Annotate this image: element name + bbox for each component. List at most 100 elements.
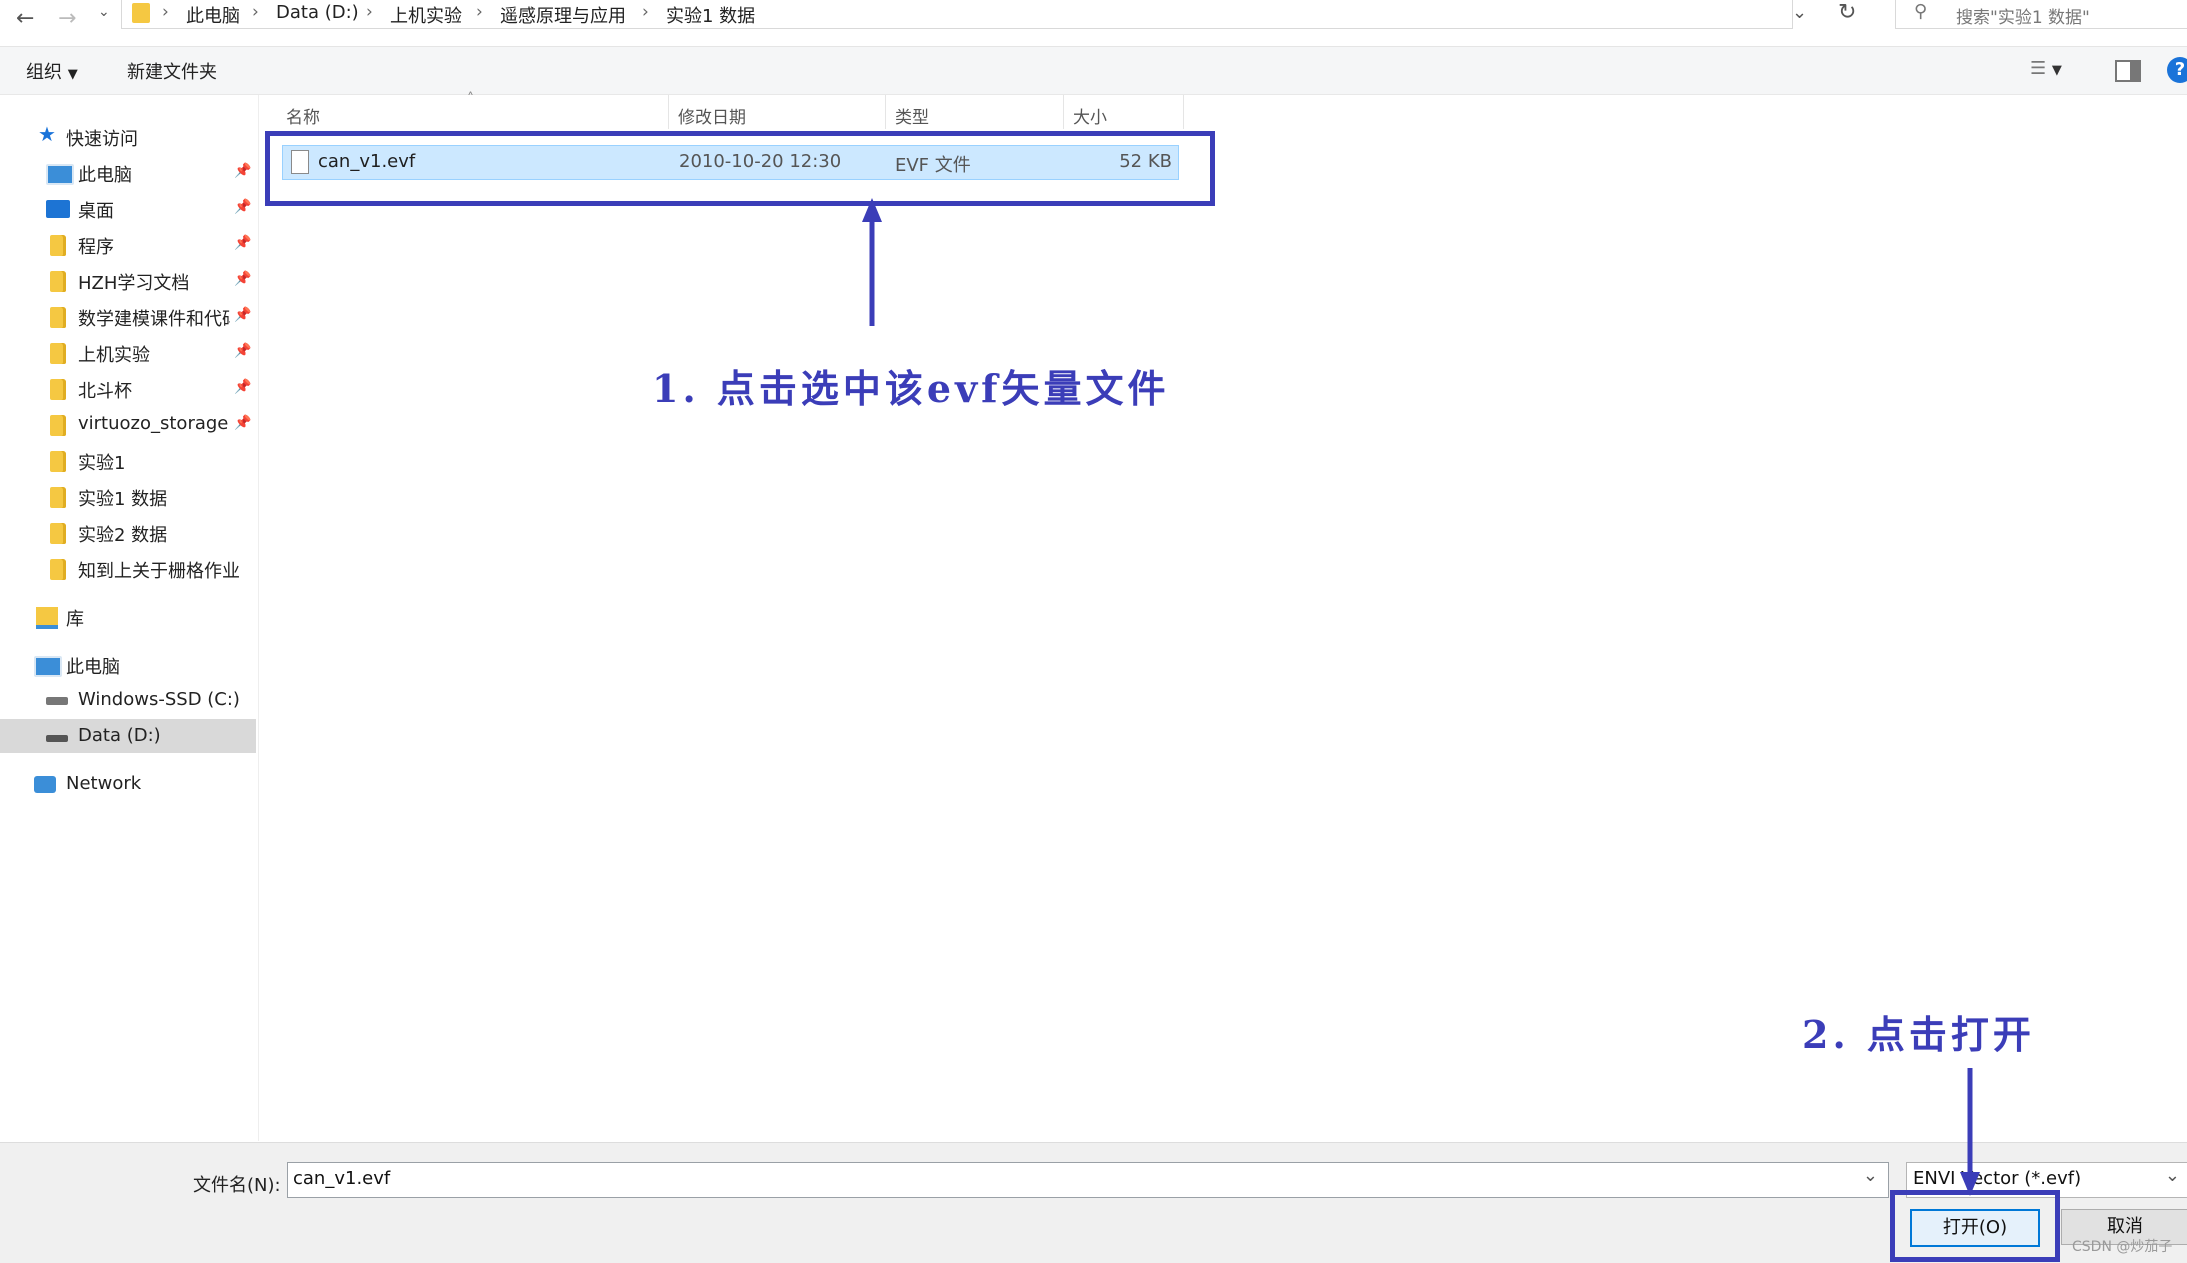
watermark: CSDN @炒茄子 xyxy=(2072,1239,2173,1255)
organize-label: 组织 xyxy=(26,62,62,83)
annotation-step2: 2. 点击打开 xyxy=(1802,1012,2035,1057)
desktop-icon xyxy=(46,200,70,218)
annotation-highlight-file xyxy=(265,131,1215,206)
breadcrumb-data-d[interactable]: Data (D:) xyxy=(276,2,359,23)
pin-icon[interactable]: 📌 xyxy=(234,415,251,431)
library-icon xyxy=(36,607,58,629)
breadcrumb-lab[interactable]: 上机实验 xyxy=(390,2,462,28)
address-row: ← → ⌄ › 此电脑 › Data (D:) › 上机实验 › 遥感原理与应用… xyxy=(0,0,2187,47)
nav-item-hzh-docs[interactable]: HZH学习文档 📌 xyxy=(0,263,256,297)
nav-item-exp1-data[interactable]: 实验1 数据 xyxy=(0,479,256,513)
nav-label: 实验1 xyxy=(78,453,126,474)
nav-label: 桌面 xyxy=(78,201,114,222)
organize-button[interactable]: 组织 ▼ xyxy=(26,58,78,84)
nav-label: 快速访问 xyxy=(66,129,138,150)
search-placeholder: 搜索"实验1 数据" xyxy=(1956,8,2090,28)
folder-icon xyxy=(50,307,66,328)
nav-quick-access[interactable]: ★ 快速访问 xyxy=(0,119,256,153)
breadcrumb-remote-sensing[interactable]: 遥感原理与应用 xyxy=(500,2,626,28)
folder-icon xyxy=(50,271,66,292)
new-folder-button[interactable]: 新建文件夹 xyxy=(127,58,217,84)
nav-label: 北斗杯 xyxy=(78,381,132,402)
pin-icon[interactable]: 📌 xyxy=(234,343,251,359)
nav-library[interactable]: 库 xyxy=(0,599,256,633)
pin-icon[interactable]: 📌 xyxy=(234,307,251,323)
nav-drive-d[interactable]: Data (D:) xyxy=(0,719,256,753)
forward-arrow-icon[interactable]: → xyxy=(58,6,76,31)
nav-item-lab[interactable]: 上机实验 📌 xyxy=(0,335,256,369)
nav-label: 实验2 数据 xyxy=(78,525,168,546)
nav-item-this-pc-pinned[interactable]: 此电脑 📌 xyxy=(0,155,256,189)
nav-item-desktop[interactable]: 桌面 📌 xyxy=(0,191,256,225)
nav-label: 上机实验 xyxy=(78,345,150,366)
drive-icon xyxy=(46,735,68,742)
column-name[interactable]: 名称 xyxy=(286,103,320,128)
computer-icon xyxy=(34,656,62,677)
back-arrow-icon[interactable]: ← xyxy=(16,6,34,31)
pin-icon[interactable]: 📌 xyxy=(234,271,251,287)
nav-item-raster-homework[interactable]: 知到上关于栅格作业 xyxy=(0,551,256,585)
filename-value: can_v1.evf xyxy=(293,1168,391,1189)
nav-label: 实验1 数据 xyxy=(78,489,168,510)
breadcrumb-this-pc[interactable]: 此电脑 xyxy=(186,2,240,28)
nav-label: HZH学习文档 xyxy=(78,273,190,294)
nav-this-pc[interactable]: 此电脑 xyxy=(0,647,256,681)
nav-label: 数学建模课件和代码 xyxy=(78,309,230,330)
nav-item-beidou[interactable]: 北斗杯 📌 xyxy=(0,371,256,405)
nav-label: Windows-SSD (C:) xyxy=(78,689,240,710)
nav-item-math-modeling[interactable]: 数学建模课件和代码 📌 xyxy=(0,299,256,333)
command-bar: 组织 ▼ 新建文件夹 ☰ ▼ ? xyxy=(0,47,2187,95)
nav-item-virtuozo[interactable]: virtuozo_storage 📌 xyxy=(0,407,256,441)
filename-input[interactable]: can_v1.evf ⌄ xyxy=(287,1162,1889,1198)
folder-icon xyxy=(132,3,150,23)
column-size[interactable]: 大小 xyxy=(1073,103,1107,128)
pin-icon[interactable]: 📌 xyxy=(234,199,251,215)
nav-label: 此电脑 xyxy=(78,165,132,186)
column-modified[interactable]: 修改日期 xyxy=(678,103,746,128)
nav-network[interactable]: Network xyxy=(0,767,256,801)
nav-item-exp2-data[interactable]: 实验2 数据 xyxy=(0,515,256,549)
annotation-highlight-open xyxy=(1890,1190,2060,1262)
nav-label: 程序 xyxy=(78,237,114,258)
search-icon: ⚲ xyxy=(1914,1,1928,22)
filename-dropdown-chevron-icon[interactable]: ⌄ xyxy=(1863,1165,1878,1186)
network-icon xyxy=(34,776,56,793)
breadcrumb-exp1-data[interactable]: 实验1 数据 xyxy=(666,2,755,28)
filename-label: 文件名(N): xyxy=(193,1175,281,1196)
nav-label: virtuozo_storage xyxy=(78,413,229,434)
annotation-arrow-up xyxy=(862,198,882,326)
nav-drive-c[interactable]: Windows-SSD (C:) xyxy=(0,683,256,717)
folder-icon xyxy=(50,523,66,544)
view-options-icon[interactable]: ☰ ▼ xyxy=(2030,58,2062,79)
navigation-pane: ★ 快速访问 此电脑 📌 桌面 📌 程序 📌 HZH学习文档 📌 数学建模课件和… xyxy=(0,95,259,1141)
nav-label: Network xyxy=(66,773,142,794)
drive-icon xyxy=(46,697,68,705)
recent-locations-chevron-icon[interactable]: ⌄ xyxy=(98,4,110,20)
nav-item-exp1[interactable]: 实验1 xyxy=(0,443,256,477)
pin-icon[interactable]: 📌 xyxy=(234,163,251,179)
nav-label: 知到上关于栅格作业 xyxy=(78,561,240,582)
organize-chevron-icon: ▼ xyxy=(67,67,78,82)
column-header: ˄ 名称 修改日期 类型 大小 xyxy=(265,91,1185,129)
nav-item-programs[interactable]: 程序 📌 xyxy=(0,227,256,261)
annotation-step1: 1. 点击选中该evf矢量文件 xyxy=(652,366,1170,411)
preview-pane-icon[interactable] xyxy=(2115,60,2141,82)
search-box[interactable]: ⚲ 搜索"实验1 数据" xyxy=(1895,0,2187,29)
folder-icon xyxy=(50,379,66,400)
star-icon: ★ xyxy=(38,122,56,146)
filter-chevron-icon: ⌄ xyxy=(2164,1165,2180,1186)
address-dropdown-chevron-icon[interactable]: ⌄ xyxy=(1792,2,1807,23)
folder-icon xyxy=(50,343,66,364)
help-icon[interactable]: ? xyxy=(2167,57,2187,83)
bottom-bar: 文件名(N): xyxy=(0,1142,2187,1263)
refresh-icon[interactable]: ↻ xyxy=(1838,0,1856,25)
column-type[interactable]: 类型 xyxy=(895,103,929,128)
pin-icon[interactable]: 📌 xyxy=(234,235,251,251)
pin-icon[interactable]: 📌 xyxy=(234,379,251,395)
nav-label: 库 xyxy=(66,609,84,630)
address-bar[interactable]: › 此电脑 › Data (D:) › 上机实验 › 遥感原理与应用 › 实验1… xyxy=(121,0,1807,29)
folder-icon xyxy=(50,235,66,256)
nav-label: Data (D:) xyxy=(78,725,161,746)
filter-value: ENVI Vector (*.evf) xyxy=(1913,1168,2082,1189)
nav-label: 此电脑 xyxy=(66,657,120,678)
